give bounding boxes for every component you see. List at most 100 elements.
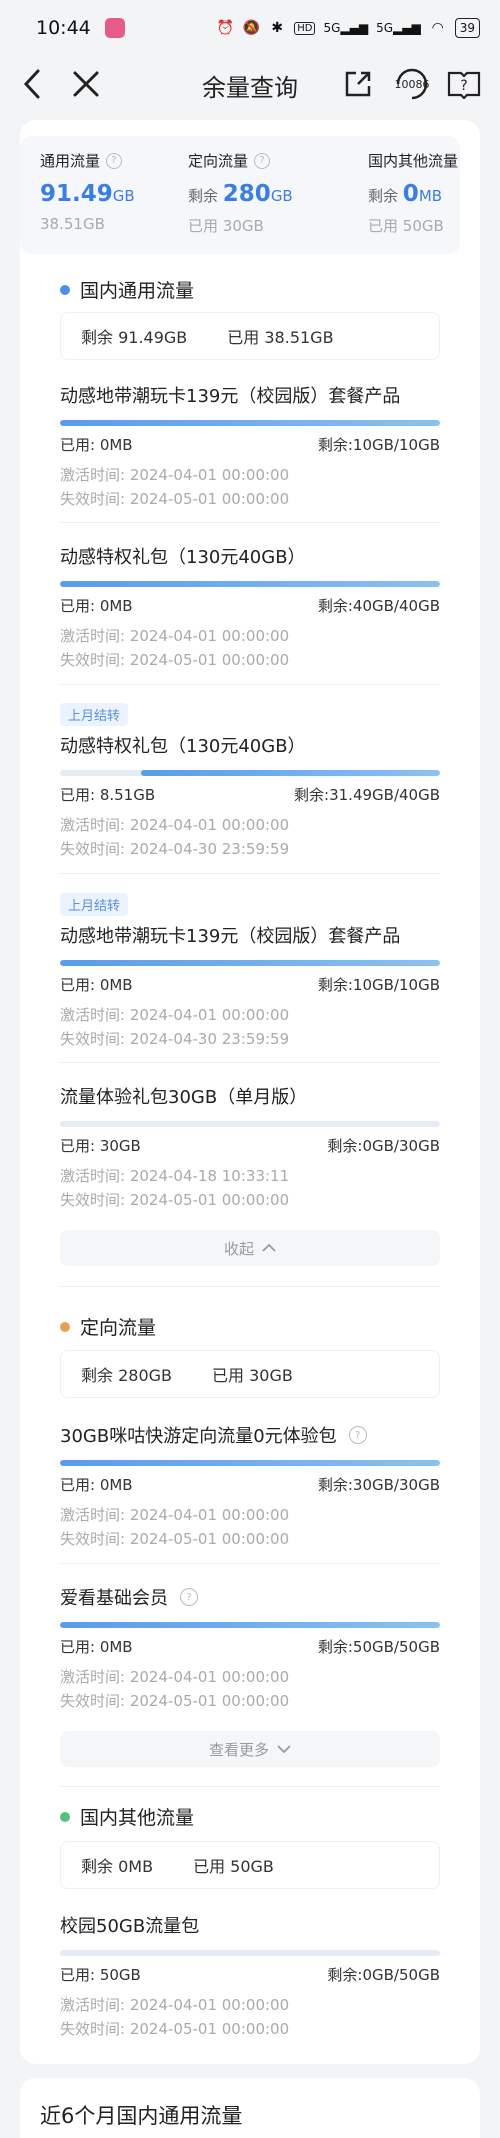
package-activate-time: 激活时间: 2024-04-01 00:00:00 bbox=[60, 1006, 290, 1024]
package-item[interactable]: 30GB咪咕快游定向流量0元体验包? 已用: 0MB 剩余:30GB/30GB 激… bbox=[60, 1422, 440, 1551]
see-more-label: 查看更多 bbox=[208, 1740, 269, 1759]
section-dot bbox=[60, 1811, 70, 1822]
divider bbox=[60, 1062, 440, 1063]
package-title: 30GB咪咕快游定向流量0元体验包 bbox=[60, 1426, 337, 1447]
signal-icon-1: 5G▂▄▆ bbox=[323, 21, 369, 35]
carryover-badge: 上月结转 bbox=[60, 893, 129, 916]
package-used: 已用: 0MB bbox=[60, 1476, 133, 1494]
usage-progress-fill bbox=[60, 1622, 440, 1628]
help-circle-icon[interactable]: ? bbox=[254, 152, 271, 169]
divider bbox=[60, 522, 440, 523]
section-general-title: 国内通用流量 bbox=[80, 280, 195, 302]
package-remain: 剩余:10GB/10GB bbox=[317, 436, 440, 454]
summary-directed-used: 30GB bbox=[222, 217, 264, 235]
package-item[interactable]: 流量体验礼包30GB（单月版） 已用: 30GB 剩余:0GB/30GB 激活时间… bbox=[60, 1083, 440, 1212]
package-item[interactable]: 动感地带潮玩卡139元（校园版）套餐产品 已用: 0MB 剩余:10GB/10GB… bbox=[60, 382, 440, 511]
section-general-used: 已用 38.51GB bbox=[227, 328, 334, 347]
package-item[interactable]: 爱看基础会员? 已用: 0MB 剩余:50GB/50GB 激活时间: 2024-0… bbox=[60, 1584, 440, 1713]
package-expire-time: 失效时间: 2024-04-30 23:59:59 bbox=[60, 840, 290, 858]
summary-other-used: 50GB bbox=[402, 217, 444, 235]
hd-icon: HD bbox=[294, 21, 316, 35]
package-used: 已用: 0MB bbox=[60, 597, 133, 615]
summary-directed-remain-unit: GB bbox=[270, 187, 293, 205]
summary-directed-remain-value: 280 bbox=[222, 181, 271, 207]
section-dot bbox=[60, 284, 70, 295]
section-other-remain: 剩余 0MB bbox=[81, 1857, 154, 1876]
summary-directed-title: 定向流量 bbox=[188, 152, 249, 170]
package-remain: 剩余:0GB/30GB bbox=[327, 1137, 440, 1155]
section-directed-remain: 剩余 280GB bbox=[81, 1366, 173, 1385]
mute-icon: 🔕 bbox=[242, 20, 260, 36]
summary-directed-used-label: 已用 bbox=[188, 217, 219, 235]
summary-other[interactable]: 国内其他流量 剩余 0MB 已用 50GB bbox=[368, 150, 458, 236]
status-icons: ⏰ 🔕 ✱ HD 5G▂▄▆ 5G▂▄▆ ◠ 39 bbox=[216, 18, 480, 38]
package-expire-time: 失效时间: 2024-05-01 00:00:00 bbox=[60, 1191, 290, 1209]
collapse-button[interactable]: 收起 bbox=[60, 1230, 440, 1266]
summary-general-remain-value: 91.49 bbox=[40, 181, 113, 207]
package-remain: 剩余:30GB/30GB bbox=[317, 1476, 440, 1494]
package-item[interactable]: 校园50GB流量包 已用: 50GB 剩余:0GB/50GB 激活时间: 2024… bbox=[60, 1912, 440, 2041]
usage-progress-bar bbox=[60, 770, 440, 776]
divider bbox=[60, 684, 440, 685]
divider bbox=[60, 1563, 440, 1564]
help-book-icon: ? bbox=[447, 71, 481, 99]
package-activate-time: 激活时间: 2024-04-01 00:00:00 bbox=[60, 1996, 290, 2014]
nav-bar: 余量查询 10086 ? bbox=[0, 56, 500, 112]
status-bar: 10:44 ⏰ 🔕 ✱ HD 5G▂▄▆ 5G▂▄▆ ◠ 39 bbox=[0, 0, 500, 56]
summary-panel: 通用流量? 91.49GB 38.51GB 定向流量? 剩余 280GB 已用 … bbox=[20, 136, 460, 254]
package-used: 已用: 30GB bbox=[60, 1137, 141, 1155]
help-circle-icon[interactable]: ? bbox=[106, 152, 123, 169]
wifi-icon: ◠ bbox=[431, 20, 444, 36]
package-remain: 剩余:50GB/50GB bbox=[317, 1638, 440, 1656]
package-used: 已用: 0MB bbox=[60, 976, 133, 994]
section-directed-used: 已用 30GB bbox=[212, 1366, 293, 1385]
status-time: 10:44 bbox=[36, 17, 91, 39]
page-title: 余量查询 bbox=[202, 74, 298, 102]
usage-progress-bar bbox=[60, 420, 440, 426]
help-circle-icon[interactable]: ? bbox=[348, 1426, 367, 1444]
package-expire-time: 失效时间: 2024-05-01 00:00:00 bbox=[60, 490, 290, 508]
help-circle-icon[interactable]: ? bbox=[180, 1588, 198, 1606]
package-title: 动感特权礼包（130元40GB） bbox=[60, 547, 306, 568]
share-icon bbox=[345, 71, 371, 97]
share-button[interactable] bbox=[338, 64, 378, 104]
package-remain: 剩余:10GB/10GB bbox=[317, 976, 440, 994]
summary-other-title: 国内其他流量 bbox=[368, 152, 459, 170]
package-item[interactable]: 上月结转 动感特权礼包（130元40GB） 已用: 8.51GB 剩余:31.49… bbox=[60, 703, 440, 861]
section-other-box: 剩余 0MB 已用 50GB bbox=[60, 1841, 440, 1889]
package-expire-time: 失效时间: 2024-04-30 23:59:59 bbox=[60, 1030, 290, 1048]
section-general-remain: 剩余 91.49GB bbox=[81, 328, 188, 347]
usage-progress-fill bbox=[60, 420, 440, 426]
package-title: 动感地带潮玩卡139元（校园版）套餐产品 bbox=[60, 926, 401, 947]
usage-progress-fill bbox=[60, 581, 440, 587]
carryover-badge: 上月结转 bbox=[60, 703, 129, 726]
summary-general[interactable]: 通用流量? 91.49GB 38.51GB bbox=[40, 150, 135, 233]
package-expire-time: 失效时间: 2024-05-01 00:00:00 bbox=[60, 2020, 290, 2038]
alarm-icon: ⏰ bbox=[216, 20, 234, 36]
summary-general-used: 38.51GB bbox=[40, 215, 105, 233]
usage-progress-fill bbox=[60, 1460, 440, 1466]
package-used: 已用: 0MB bbox=[60, 1638, 133, 1656]
divider bbox=[60, 1286, 440, 1287]
package-expire-time: 失效时间: 2024-05-01 00:00:00 bbox=[60, 1692, 290, 1710]
package-item[interactable]: 动感特权礼包（130元40GB） 已用: 0MB 剩余:40GB/40GB 激活时… bbox=[60, 543, 440, 672]
section-directed-header: 定向流量 bbox=[60, 1313, 156, 1340]
package-title: 校园50GB流量包 bbox=[60, 1916, 200, 1937]
divider bbox=[60, 873, 440, 874]
summary-other-remain-label: 剩余 bbox=[368, 187, 399, 205]
summary-other-remain-unit: MB bbox=[418, 187, 443, 205]
signal-icon-2: 5G▂▄▆ bbox=[376, 21, 421, 35]
signal-label-1: 5G bbox=[323, 21, 341, 35]
package-activate-time: 激活时间: 2024-04-01 00:00:00 bbox=[60, 627, 290, 645]
divider bbox=[60, 1786, 440, 1787]
section-directed-box: 剩余 280GB 已用 30GB bbox=[60, 1350, 440, 1398]
summary-directed[interactable]: 定向流量? 剩余 280GB 已用 30GB bbox=[188, 150, 293, 236]
package-item[interactable]: 上月结转 动感地带潮玩卡139元（校园版）套餐产品 已用: 0MB 剩余:10GB… bbox=[60, 893, 440, 1051]
collapse-label: 收起 bbox=[223, 1239, 254, 1258]
package-activate-time: 激活时间: 2024-04-01 00:00:00 bbox=[60, 1668, 290, 1686]
usage-progress-bar bbox=[60, 1121, 440, 1127]
usage-progress-fill bbox=[140, 770, 440, 776]
hotline-button[interactable]: 10086 bbox=[390, 62, 434, 106]
help-button[interactable]: ? bbox=[444, 64, 484, 104]
see-more-button[interactable]: 查看更多 bbox=[60, 1731, 440, 1767]
